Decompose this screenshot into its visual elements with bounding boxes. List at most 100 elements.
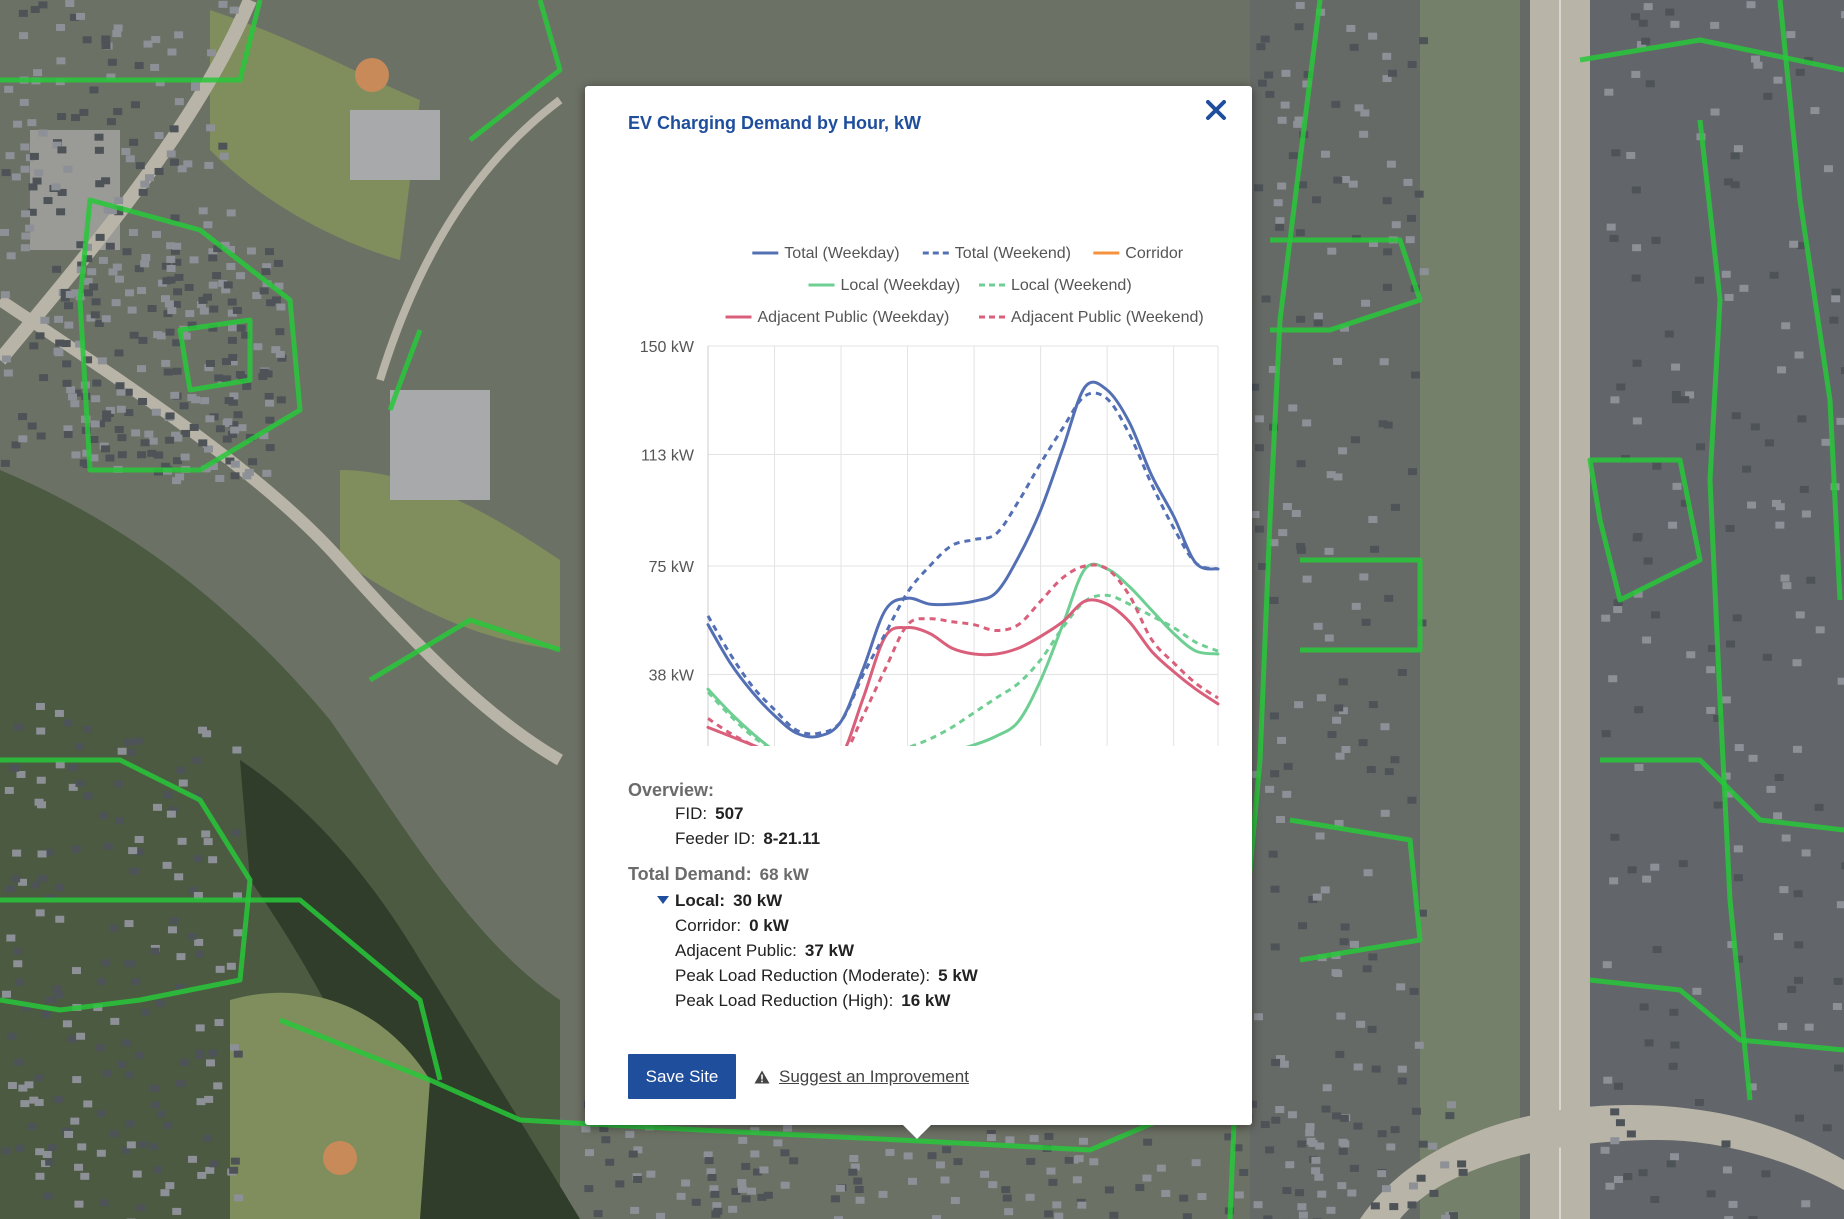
house-roof: [13, 960, 23, 968]
house-roof: [1801, 510, 1811, 518]
house-roof: [601, 1136, 611, 1144]
house-roof: [1104, 1186, 1114, 1194]
house-roof: [68, 764, 78, 772]
house-roof: [1732, 614, 1742, 622]
house-roof: [1448, 1212, 1458, 1219]
house-roof: [196, 1098, 206, 1106]
house-roof: [174, 98, 184, 106]
house-roof: [1789, 240, 1799, 248]
house-roof: [1763, 92, 1773, 100]
close-button[interactable]: [1200, 94, 1232, 126]
house-roof: [25, 224, 35, 232]
house-roof: [197, 1171, 207, 1179]
house-roof: [105, 242, 115, 250]
house-roof: [34, 169, 44, 177]
house-roof: [1609, 877, 1619, 885]
house-roof: [1078, 1137, 1088, 1145]
house-roof: [212, 272, 222, 280]
house-roof: [1382, 197, 1392, 205]
house-roof: [581, 1125, 591, 1133]
house-roof: [1795, 68, 1805, 76]
house-roof: [1782, 582, 1792, 590]
legend-entry: Local (Weekend): [1011, 277, 1132, 294]
house-roof: [1340, 923, 1350, 931]
house-roof: [56, 57, 66, 65]
suggest-improvement-link[interactable]: Suggest an Improvement: [754, 1067, 969, 1087]
house-roof: [43, 1192, 53, 1200]
baseball-diamond: [355, 58, 389, 92]
school-building: [390, 390, 490, 500]
house-roof: [1339, 938, 1349, 946]
house-roof: [1377, 1130, 1387, 1138]
house-roof: [130, 867, 140, 875]
house-roof: [63, 431, 73, 439]
house-roof: [229, 6, 239, 14]
house-roof: [1777, 366, 1787, 374]
house-roof: [56, 208, 66, 216]
house-roof: [1349, 940, 1359, 948]
house-roof: [214, 1019, 224, 1027]
house-roof: [108, 268, 118, 276]
house-roof: [1418, 1140, 1428, 1148]
save-site-button[interactable]: Save Site: [628, 1054, 736, 1099]
house-roof: [1378, 420, 1388, 428]
house-roof: [52, 265, 62, 273]
house-roof: [1383, 248, 1393, 256]
house-roof: [1296, 543, 1306, 551]
house-roof: [1280, 101, 1290, 109]
house-roof: [169, 125, 179, 133]
house-roof: [1382, 283, 1392, 291]
house-roof: [199, 307, 209, 315]
site-popup: EV Charging Demand by Hour, kW 0 kW 38 kW…: [585, 86, 1252, 1125]
house-roof: [91, 395, 101, 403]
house-roof: [1271, 1116, 1281, 1124]
house-roof: [1686, 651, 1696, 659]
house-roof: [1336, 1012, 1346, 1020]
local-toggle[interactable]: Local: 30 kW: [657, 888, 1228, 913]
house-roof: [95, 233, 105, 241]
legend-entry: Total (Weekend): [955, 245, 1071, 262]
house-roof: [681, 1179, 691, 1187]
house-roof: [43, 197, 53, 205]
house-roof: [1706, 1190, 1716, 1198]
house-roof: [148, 1143, 158, 1151]
house-roof: [165, 412, 175, 420]
house-roof: [83, 1100, 93, 1108]
house-roof: [176, 766, 186, 774]
house-roof: [1294, 23, 1304, 31]
house-roof: [1389, 1203, 1399, 1211]
house-roof: [773, 1139, 783, 1147]
house-roof: [1302, 419, 1312, 427]
house-roof: [940, 1176, 950, 1184]
feeder-row: Feeder ID: 8-21.11: [675, 826, 1228, 851]
house-roof: [189, 256, 199, 264]
house-roof: [953, 1158, 963, 1166]
house-roof: [109, 924, 119, 932]
house-roof: [1269, 596, 1279, 604]
house-roof: [18, 9, 28, 17]
house-roof: [1366, 765, 1376, 773]
house-roof: [1672, 482, 1682, 490]
house-roof: [65, 0, 75, 8]
house-roof: [750, 1150, 760, 1158]
house-roof: [46, 996, 56, 1004]
house-roof: [1338, 678, 1348, 686]
house-roof: [35, 702, 45, 710]
house-roof: [1747, 501, 1757, 509]
house-roof: [1311, 196, 1321, 204]
house-roof: [1821, 438, 1831, 446]
house-roof: [97, 978, 107, 986]
house-roof: [1356, 1020, 1366, 1028]
house-roof: [1315, 832, 1325, 840]
house-roof: [36, 727, 46, 735]
house-roof: [1407, 1201, 1417, 1209]
house-roof: [1253, 1013, 1263, 1021]
house-roof: [1294, 1189, 1304, 1197]
house-roof: [94, 133, 104, 141]
house-roof: [166, 264, 176, 272]
house-roof: [228, 353, 238, 361]
house-roof: [5, 152, 15, 160]
house-roof: [1161, 1189, 1171, 1197]
house-roof: [89, 86, 99, 94]
house-roof: [38, 129, 48, 137]
